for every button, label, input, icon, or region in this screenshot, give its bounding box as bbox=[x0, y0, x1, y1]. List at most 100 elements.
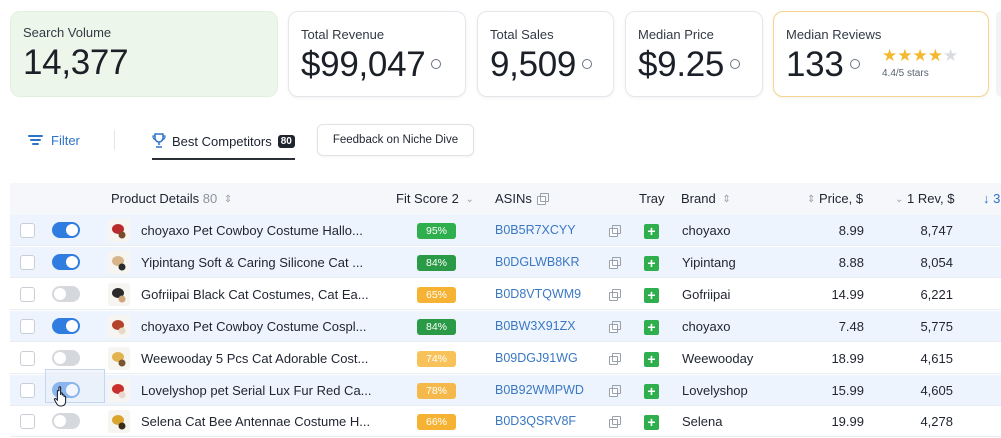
col-asins-label: ASINs bbox=[495, 191, 532, 206]
add-to-tray-button[interactable]: + bbox=[644, 287, 659, 303]
product-thumbnail[interactable] bbox=[108, 346, 130, 370]
fit-score-badge: 84% bbox=[417, 254, 456, 271]
product-thumbnail[interactable] bbox=[108, 282, 130, 306]
col-asins[interactable]: ASINs bbox=[495, 183, 550, 215]
asin-link[interactable]: B0D8VTQWM9 bbox=[495, 279, 581, 310]
product-thumbnail[interactable] bbox=[108, 410, 130, 434]
col-product-details[interactable]: Product Details 80 ⇕ bbox=[111, 183, 232, 215]
col-product-details-label: Product Details bbox=[111, 191, 200, 206]
row-toggle[interactable] bbox=[52, 349, 80, 366]
col-price-label: Price, $ bbox=[819, 191, 864, 206]
asin-link[interactable]: B09DGJ91WG bbox=[495, 343, 578, 374]
col-fit-score-label: Fit Score bbox=[396, 191, 449, 206]
copy-icon[interactable] bbox=[609, 256, 621, 269]
row-checkbox[interactable] bbox=[20, 382, 35, 398]
trophy-icon bbox=[152, 133, 166, 149]
chevron-down-icon: ⌄ bbox=[895, 194, 904, 205]
star-icon: ★ bbox=[912, 46, 928, 65]
copy-icon[interactable] bbox=[609, 352, 621, 365]
asin-link[interactable]: B0D3QSRV8F bbox=[495, 406, 576, 437]
copy-icon[interactable] bbox=[609, 416, 621, 429]
info-icon[interactable] bbox=[582, 58, 593, 69]
row-checkbox[interactable] bbox=[20, 223, 35, 238]
copy-icon[interactable] bbox=[609, 384, 621, 397]
info-icon[interactable] bbox=[431, 58, 442, 69]
row-checkbox[interactable] bbox=[20, 414, 35, 430]
copy-icon[interactable] bbox=[609, 288, 621, 301]
product-thumbnail[interactable] bbox=[108, 219, 130, 242]
add-to-tray-button[interactable]: + bbox=[644, 319, 659, 335]
feedback-button[interactable]: Feedback on Niche Dive bbox=[317, 124, 474, 156]
filter-label: Filter bbox=[51, 132, 80, 148]
asin-link[interactable]: B0B5R7XCYY bbox=[495, 215, 576, 246]
revenue-value: 4,615 bbox=[920, 350, 953, 366]
product-name[interactable]: Gofriipai Black Cat Costumes, Cat Ea... bbox=[141, 279, 381, 310]
product-thumbnail[interactable] bbox=[108, 378, 130, 402]
product-name[interactable]: Lovelyshop pet Serial Lux Fur Red Ca... bbox=[141, 375, 381, 406]
total-sales-value: 9,509 bbox=[490, 45, 577, 84]
asin-link[interactable]: B0B92WMPWD bbox=[495, 375, 584, 406]
add-to-tray-button[interactable]: + bbox=[644, 351, 659, 367]
filter-button[interactable]: Filter bbox=[28, 131, 80, 149]
row-checkbox[interactable] bbox=[20, 286, 35, 302]
table-row[interactable]: Selena Cat Bee Antennae Costume H... 66%… bbox=[10, 406, 1001, 438]
product-name[interactable]: Selena Cat Bee Antennae Costume H... bbox=[141, 406, 381, 437]
row-checkbox[interactable] bbox=[20, 254, 35, 270]
copy-icon[interactable] bbox=[537, 193, 550, 205]
brand-name: Selena bbox=[682, 414, 723, 430]
hand-cursor-icon bbox=[53, 386, 67, 407]
row-toggle[interactable] bbox=[52, 222, 80, 238]
row-checkbox[interactable] bbox=[20, 318, 35, 334]
total-sales-label: Total Sales bbox=[490, 27, 554, 42]
table-row[interactable]: Lovelyshop pet Serial Lux Fur Red Ca... … bbox=[10, 374, 1001, 406]
product-name[interactable]: Yipintang Soft & Caring Silicone Cat ... bbox=[141, 247, 381, 278]
col-fit-score[interactable]: Fit Score 2 ⌄ bbox=[396, 183, 474, 215]
asin-link[interactable]: B0DGLWB8KR bbox=[495, 247, 580, 278]
tab-best-competitors[interactable]: Best Competitors 80 bbox=[152, 130, 295, 160]
sort-icon: ⇕ bbox=[807, 194, 816, 205]
median-reviews-label: Median Reviews bbox=[786, 27, 882, 42]
table-row[interactable]: Weewooday 5 Pcs Cat Adorable Cost... 74%… bbox=[10, 343, 1001, 374]
row-checkbox[interactable] bbox=[20, 350, 35, 366]
copy-icon[interactable] bbox=[609, 225, 621, 237]
copy-icon[interactable] bbox=[609, 320, 621, 333]
row-toggle[interactable] bbox=[52, 285, 80, 302]
toolbar-divider bbox=[114, 130, 115, 150]
price-value: 14.99 bbox=[831, 286, 864, 302]
add-to-tray-button[interactable]: + bbox=[644, 415, 659, 431]
add-to-tray-button[interactable]: + bbox=[644, 224, 659, 239]
table-row[interactable]: choyaxo Pet Cowboy Costume Cospl... 84% … bbox=[10, 310, 1001, 342]
product-name[interactable]: Weewooday 5 Pcs Cat Adorable Cost... bbox=[141, 343, 381, 374]
col-price[interactable]: ⇕ Price, $ bbox=[804, 183, 863, 215]
median-price-value: $9.25 bbox=[638, 45, 725, 84]
search-volume-card: Search Volume 14,377 bbox=[10, 11, 278, 97]
revenue-value: 4,605 bbox=[920, 382, 953, 398]
total-revenue-value: $99,047 bbox=[301, 45, 426, 84]
fit-score-badge: 66% bbox=[417, 414, 456, 431]
col-revenue[interactable]: ⌄ 1 Rev, $ bbox=[892, 183, 954, 215]
search-volume-value: 14,377 bbox=[23, 43, 129, 82]
table-row[interactable]: Yipintang Soft & Caring Silicone Cat ...… bbox=[10, 246, 1001, 278]
product-thumbnail[interactable] bbox=[108, 250, 130, 274]
row-toggle[interactable] bbox=[52, 253, 80, 270]
add-to-tray-button[interactable]: + bbox=[644, 255, 659, 271]
table-row[interactable]: choyaxo Pet Cowboy Costume Hallo... 95% … bbox=[10, 215, 1001, 246]
table-row[interactable]: Gofriipai Black Cat Costumes, Cat Ea... … bbox=[10, 279, 1001, 310]
price-value: 18.99 bbox=[831, 350, 864, 366]
add-to-tray-button[interactable]: + bbox=[644, 383, 659, 399]
asin-link[interactable]: B0BW3X91ZX bbox=[495, 311, 576, 342]
info-icon[interactable] bbox=[730, 58, 741, 69]
product-name[interactable]: choyaxo Pet Cowboy Costume Hallo... bbox=[141, 215, 381, 246]
info-icon[interactable] bbox=[849, 58, 860, 69]
col-next[interactable]: ↓ 3 bbox=[983, 183, 1000, 215]
price-value: 8.99 bbox=[838, 223, 864, 238]
star-rating: ★★★★★ bbox=[882, 46, 958, 66]
product-name[interactable]: choyaxo Pet Cowboy Costume Cospl... bbox=[141, 311, 381, 342]
product-thumbnail[interactable] bbox=[108, 314, 130, 338]
fit-score-badge: 78% bbox=[417, 382, 456, 399]
row-toggle[interactable] bbox=[52, 317, 80, 334]
brand-name: choyaxo bbox=[682, 223, 731, 238]
col-brand[interactable]: Brand ⇕ bbox=[681, 183, 731, 215]
active-tab-underline bbox=[152, 158, 295, 160]
row-toggle[interactable] bbox=[52, 413, 80, 430]
